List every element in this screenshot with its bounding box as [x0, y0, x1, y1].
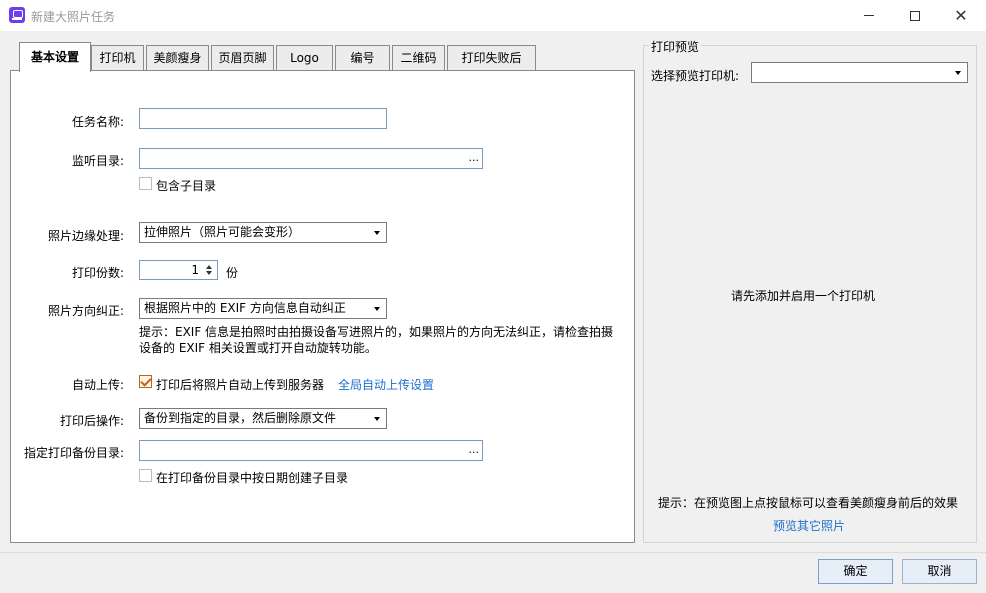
exif-hint-line1: 提示：EXIF 信息是拍照时由拍摄设备写进照片的，如果照片的方向无法纠正，请检查…: [139, 325, 614, 339]
include-subdirs-label: 包含子目录: [156, 179, 217, 193]
edge-handling-value: 拉伸照片（照片可能会变形）: [144, 225, 301, 239]
preview-other-photos-link[interactable]: 预览其它照片: [773, 517, 845, 534]
exif-hint-line2: 设备的 EXIF 相关设置或打开自动旋转功能。: [139, 341, 377, 355]
maximize-icon: [910, 10, 920, 21]
copies-unit: 份: [226, 266, 239, 280]
copies-stepper[interactable]: 1: [139, 260, 218, 280]
title-bar: 新建大照片任务 ✕: [0, 0, 986, 31]
chevron-down-icon: [374, 307, 380, 311]
basic-settings-panel: 任务名称: 监听目录: ... 包含子目录 照片边缘处理: 拉伸照片（照片可能会…: [10, 70, 635, 543]
exif-hint: 提示：EXIF 信息是拍照时由拍摄设备写进照片的，如果照片的方向无法纠正，请检查…: [139, 324, 619, 356]
preview-empty-message: 请先添加并启用一个打印机: [731, 289, 876, 303]
backup-dir-input[interactable]: ...: [139, 440, 483, 461]
task-name-input[interactable]: [139, 108, 387, 129]
chevron-down-icon: [955, 71, 961, 75]
spinner-arrows[interactable]: [203, 261, 217, 279]
auto-upload-checkbox-label: 打印后将照片自动上传到服务器: [156, 378, 325, 392]
preview-printer-select[interactable]: [751, 62, 968, 83]
after-print-value: 备份到指定的目录，然后删除原文件: [144, 411, 337, 425]
orientation-value: 根据照片中的 EXIF 方向信息自动纠正: [144, 301, 346, 315]
maximize-button[interactable]: [892, 0, 938, 31]
watch-dir-input[interactable]: ...: [139, 148, 483, 169]
preview-printer-label: 选择预览打印机:: [651, 69, 740, 83]
auto-upload-checkbox[interactable]: [139, 375, 152, 388]
tab-print-failure[interactable]: 打印失败后: [447, 45, 536, 71]
preview-hint: 提示：在预览图上点按鼠标可以查看美颜瘦身前后的效果: [658, 496, 959, 510]
date-subdir-label: 在打印备份目录中按日期创建子目录: [156, 471, 349, 485]
window-title: 新建大照片任务: [31, 10, 116, 24]
edge-handling-select[interactable]: 拉伸照片（照片可能会变形）: [139, 222, 387, 243]
copies-value: 1: [191, 263, 199, 277]
tab-qrcode[interactable]: 二维码: [392, 45, 445, 71]
task-name-label: 任务名称:: [71, 115, 124, 129]
watch-dir-label: 监听目录:: [71, 154, 124, 168]
app-logo-icon: [9, 7, 25, 23]
orientation-select[interactable]: 根据照片中的 EXIF 方向信息自动纠正: [139, 298, 387, 319]
orientation-label: 照片方向纠正:: [47, 304, 124, 318]
tab-basic-settings[interactable]: 基本设置: [19, 42, 91, 72]
browse-watch-dir-button[interactable]: ...: [469, 151, 480, 164]
cancel-button[interactable]: 取消: [902, 559, 977, 584]
auto-upload-label: 自动上传:: [71, 378, 124, 392]
close-icon: ✕: [954, 5, 968, 25]
chevron-down-icon: [374, 417, 380, 421]
chevron-down-icon: [374, 231, 380, 235]
ok-button[interactable]: 确定: [818, 559, 893, 584]
browse-backup-dir-button[interactable]: ...: [469, 443, 480, 456]
footer-divider: [0, 552, 986, 553]
tab-beauty-slim[interactable]: 美颜瘦身: [146, 45, 209, 71]
minimize-icon: [864, 15, 874, 16]
backup-dir-label: 指定打印备份目录:: [23, 446, 124, 460]
print-preview-title: 打印预览: [649, 38, 702, 55]
minimize-button[interactable]: [846, 0, 892, 31]
tab-logo[interactable]: Logo: [276, 45, 333, 71]
date-subdir-checkbox[interactable]: [139, 469, 152, 482]
edge-handling-label: 照片边缘处理:: [47, 229, 124, 243]
tab-header-footer[interactable]: 页眉页脚: [211, 45, 274, 71]
after-print-label: 打印后操作:: [59, 414, 124, 428]
spin-down-icon[interactable]: [206, 271, 212, 275]
spin-up-icon[interactable]: [206, 265, 212, 269]
include-subdirs-checkbox[interactable]: [139, 177, 152, 190]
global-auto-upload-link[interactable]: 全局自动上传设置: [338, 376, 434, 393]
tab-numbering[interactable]: 编号: [335, 45, 390, 71]
close-button[interactable]: ✕: [938, 0, 984, 31]
copies-label: 打印份数:: [71, 266, 124, 280]
tab-printer[interactable]: 打印机: [91, 45, 144, 71]
after-print-select[interactable]: 备份到指定的目录，然后删除原文件: [139, 408, 387, 429]
